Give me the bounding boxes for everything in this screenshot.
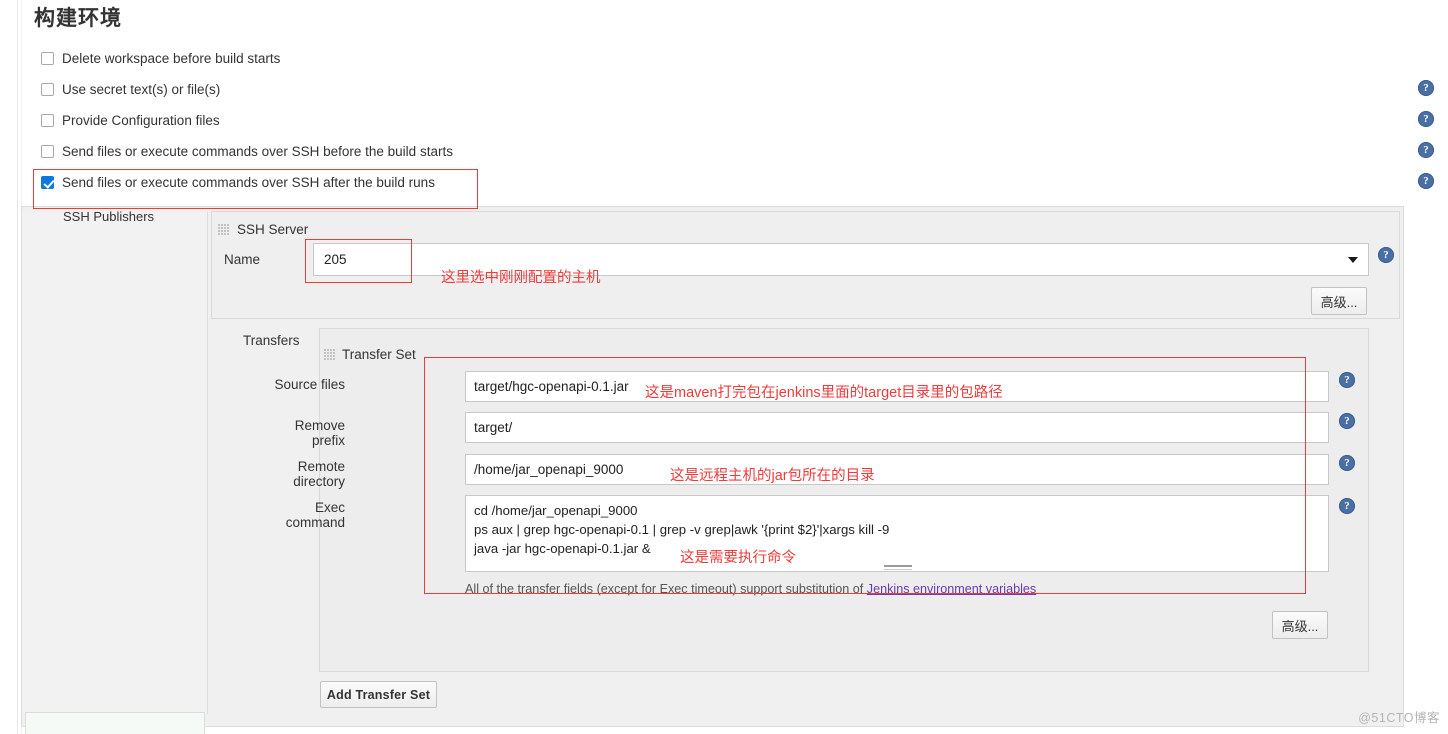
- ssh-server-name-label: Name: [223, 252, 260, 267]
- ssh-publishers-left-column: [22, 212, 208, 714]
- chevron-down-icon: [1348, 256, 1358, 263]
- drag-grip-icon[interactable]: [218, 224, 229, 235]
- exec-command-textarea[interactable]: cd /home/jar_openapi_9000 ps aux | grep …: [465, 495, 1329, 572]
- help-icon[interactable]: [1418, 142, 1434, 158]
- remote-directory-input[interactable]: /home/jar_openapi_9000: [465, 454, 1329, 485]
- checkbox-row-provide-configuration-files[interactable]: Provide Configuration files: [41, 110, 220, 130]
- checkbox-label: Provide Configuration files: [62, 112, 220, 128]
- help-icon[interactable]: [1339, 498, 1355, 514]
- jenkins-environment-variables-link[interactable]: Jenkins environment variables: [867, 582, 1036, 596]
- checkbox-row-ssh-after-build[interactable]: Send files or execute commands over SSH …: [41, 172, 435, 192]
- help-icon[interactable]: [1339, 413, 1355, 429]
- ssh-publishers-label: SSH Publishers: [63, 209, 155, 224]
- exec-command-label: Exec command: [285, 500, 345, 530]
- checkbox-row-use-secret-text[interactable]: Use secret text(s) or file(s): [41, 79, 220, 99]
- page-left-rail: [17, 0, 18, 734]
- help-icon[interactable]: [1378, 247, 1394, 263]
- help-icon[interactable]: [1418, 111, 1434, 127]
- checkbox-ssh-after-build[interactable]: [41, 175, 54, 189]
- drag-grip-icon[interactable]: [324, 349, 335, 360]
- checkbox-row-ssh-before-build[interactable]: Send files or execute commands over SSH …: [41, 141, 453, 161]
- source-files-label: Source files: [274, 377, 345, 392]
- transfers-advanced-button[interactable]: 高级...: [1272, 611, 1328, 639]
- checkbox-label: Use secret text(s) or file(s): [62, 81, 221, 97]
- ssh-server-advanced-button[interactable]: 高级...: [1311, 287, 1367, 315]
- checkbox-use-secret-text[interactable]: [41, 82, 54, 96]
- ssh-server-name-value: 205: [324, 252, 347, 267]
- help-icon[interactable]: [1339, 455, 1355, 471]
- add-transfer-set-button[interactable]: Add Transfer Set: [320, 681, 437, 708]
- help-icon[interactable]: [1339, 372, 1355, 388]
- checkbox-label: Send files or execute commands over SSH …: [62, 143, 453, 159]
- remote-directory-label: Remote directory: [293, 459, 345, 489]
- checkbox-label: Delete workspace before build starts: [62, 50, 281, 66]
- ssh-server-title: SSH Server: [237, 222, 309, 237]
- checkbox-ssh-before-build[interactable]: [41, 144, 54, 158]
- help-icon[interactable]: [1418, 80, 1434, 96]
- transfers-label: Transfers: [243, 333, 300, 348]
- textarea-resize-handle[interactable]: [884, 565, 912, 571]
- remove-prefix-label: Remove prefix: [294, 418, 345, 448]
- help-icon[interactable]: [1418, 173, 1434, 189]
- checkbox-provide-configuration-files[interactable]: [41, 113, 54, 127]
- annotation-source-files: 这是maven打完包在jenkins里面的target目录里的包路径: [645, 385, 1003, 401]
- transfer-fields-note: All of the transfer fields (except for E…: [465, 582, 1036, 596]
- remove-prefix-input[interactable]: target/: [465, 412, 1329, 443]
- transfer-set-title: Transfer Set: [342, 347, 416, 362]
- annotation-ssh-server-name: 这里选中刚刚配置的主机: [441, 270, 601, 286]
- checkbox-delete-workspace[interactable]: [41, 51, 54, 65]
- page-title: 构建环境: [34, 7, 122, 30]
- watermark: @51CTO博客: [1358, 711, 1440, 725]
- build-environment-page: 构建环境 Delete workspace before build start…: [0, 0, 1448, 734]
- checkbox-row-delete-workspace[interactable]: Delete workspace before build starts: [41, 48, 280, 68]
- checkbox-label: Send files or execute commands over SSH …: [62, 174, 435, 190]
- ssh-publishers-left-column-footer: [25, 712, 205, 734]
- annotation-remote-directory: 这是远程主机的jar包所在的目录: [670, 468, 875, 484]
- annotation-exec-command: 这是需要执行命令: [680, 550, 796, 566]
- transfer-fields-note-text: All of the transfer fields (except for E…: [465, 582, 867, 596]
